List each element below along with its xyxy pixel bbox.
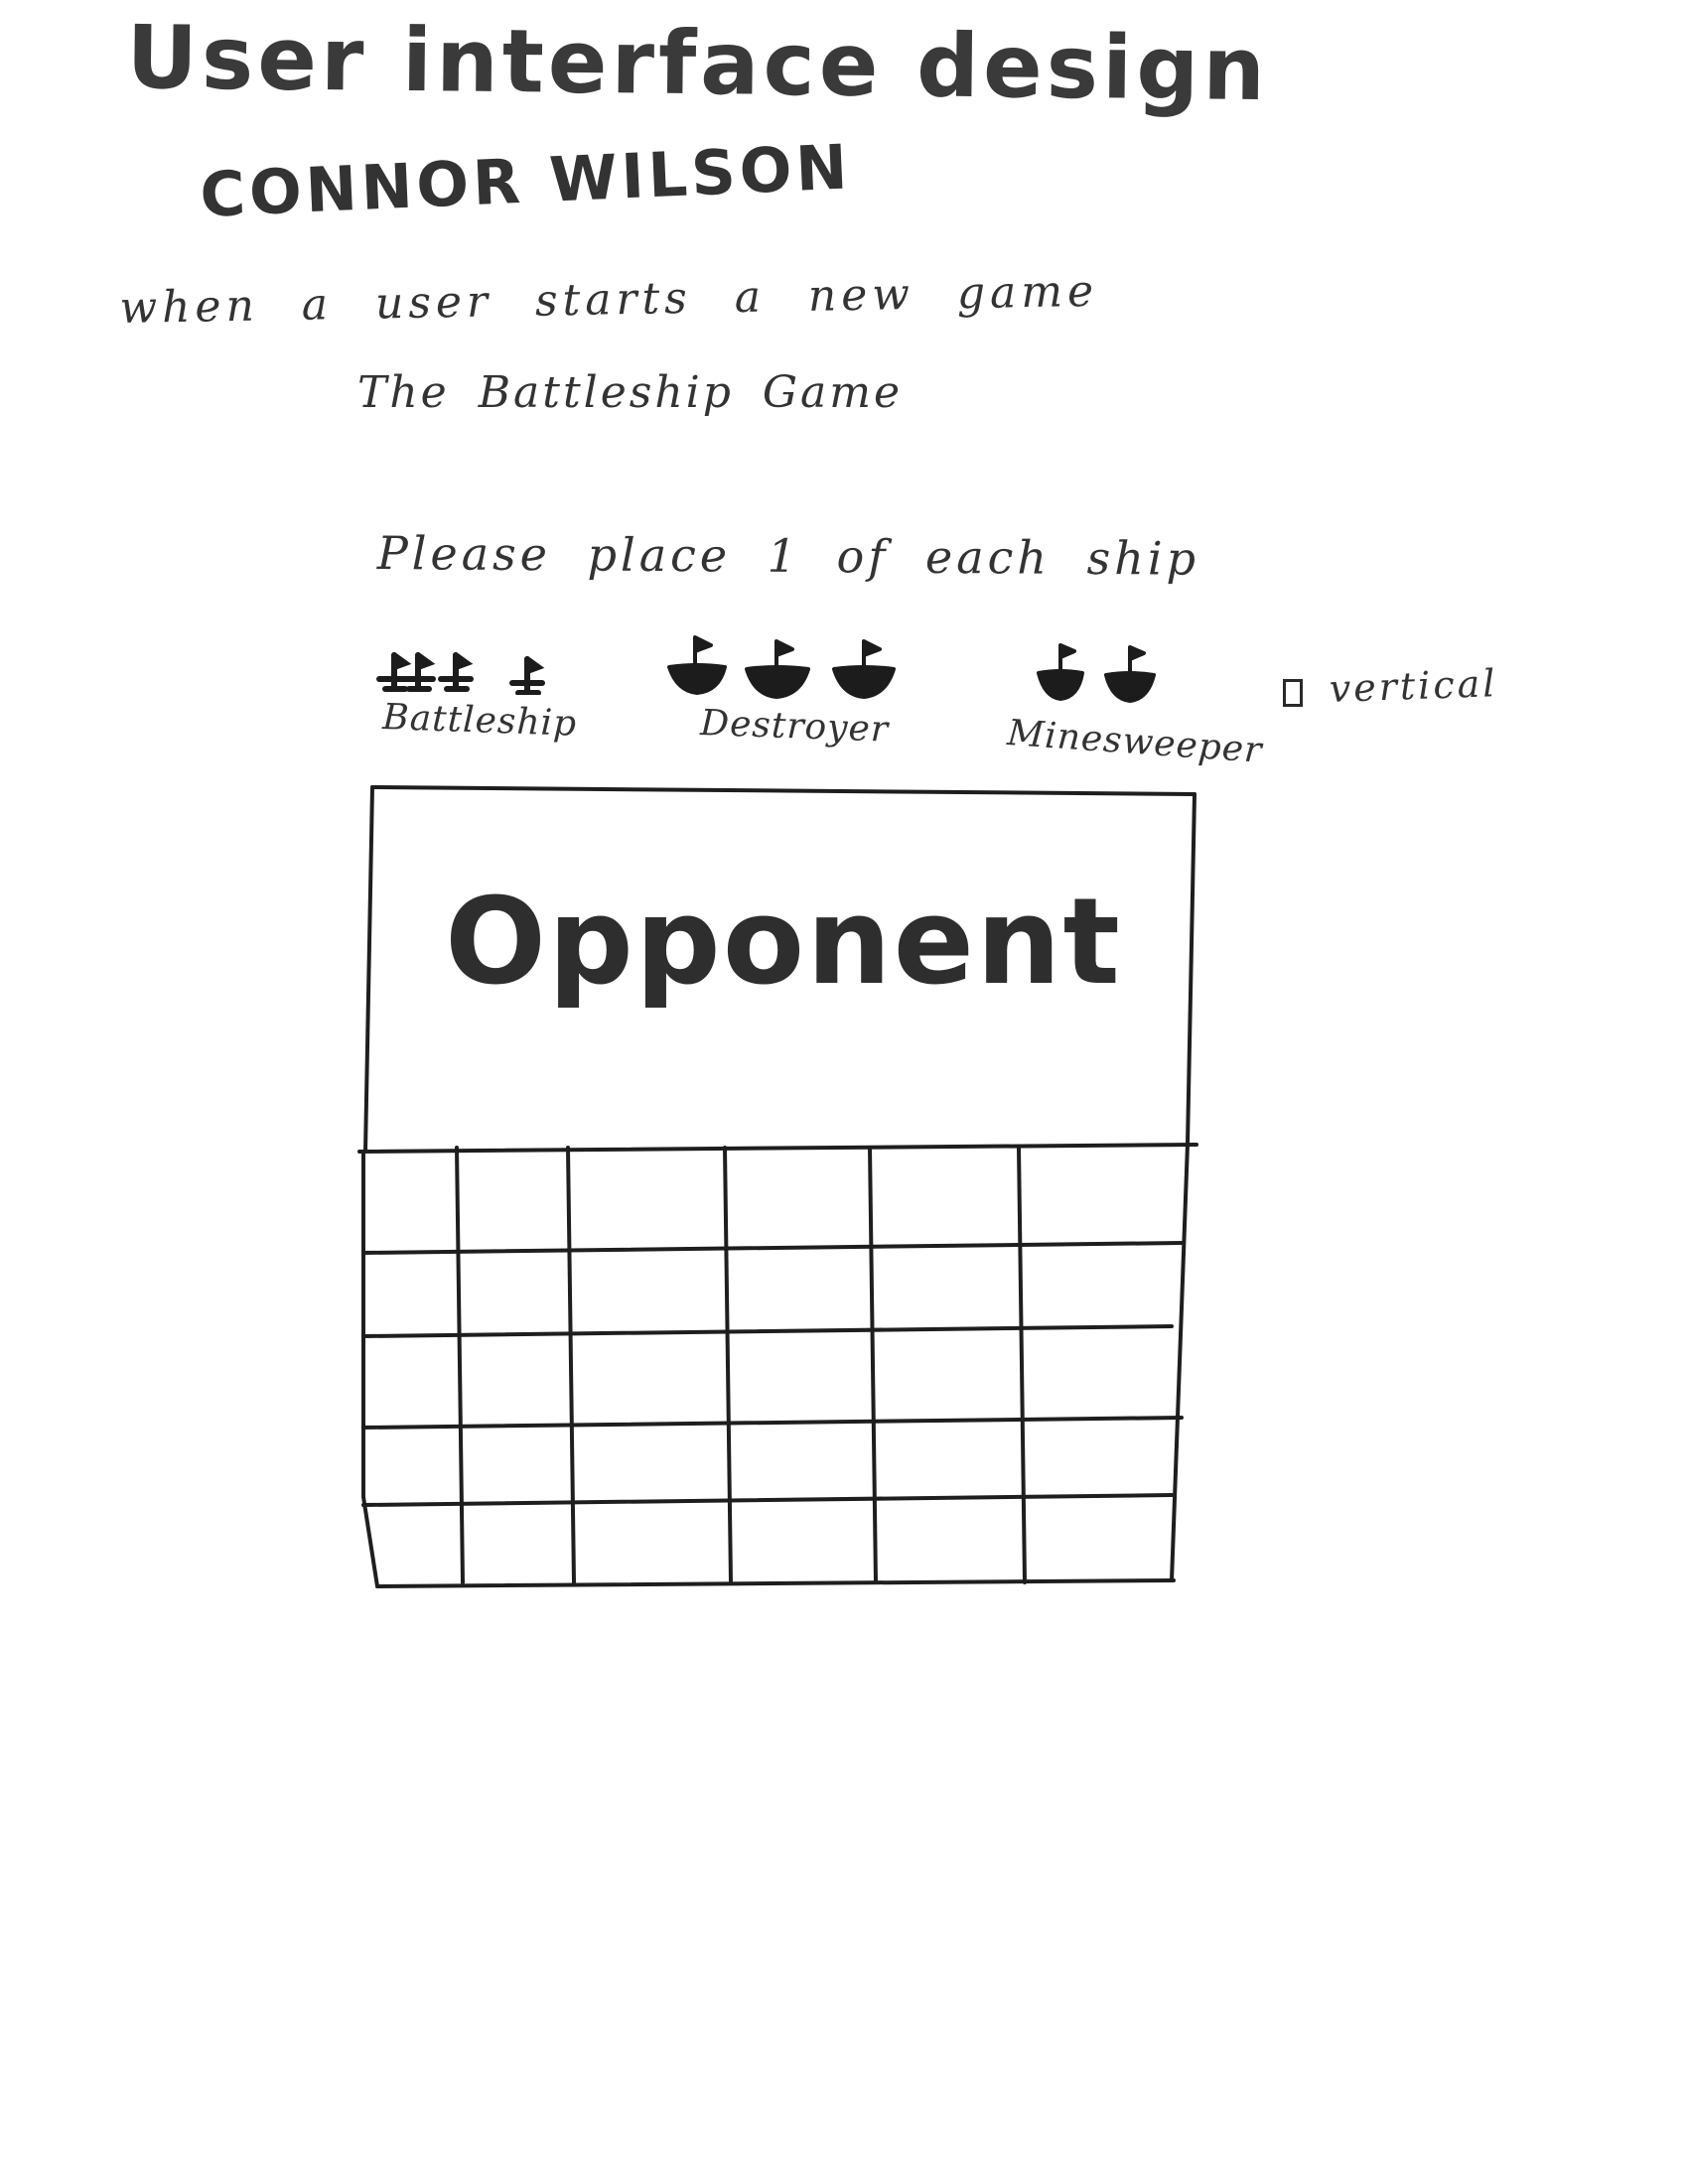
grid-cell[interactable] — [460, 1339, 565, 1425]
grid-cell[interactable] — [1022, 1431, 1179, 1502]
grid-cell[interactable] — [366, 1155, 454, 1250]
grid-cells — [366, 1155, 1179, 1581]
grid-cell[interactable] — [873, 1508, 1016, 1581]
game-board — [357, 785, 1198, 1588]
grid-cell[interactable] — [1022, 1508, 1179, 1581]
board-right-edge-upper — [1186, 792, 1196, 1146]
grid-cell[interactable] — [1022, 1155, 1179, 1250]
grid-cell[interactable] — [571, 1256, 722, 1333]
grid-cell[interactable] — [728, 1155, 867, 1250]
opponent-label: Opponent — [445, 874, 1122, 1012]
grid-cell[interactable] — [873, 1339, 1016, 1425]
grid-cell[interactable] — [460, 1508, 565, 1581]
grid-cell[interactable] — [873, 1256, 1016, 1333]
grid-cell[interactable] — [728, 1256, 867, 1333]
grid-cell[interactable] — [1022, 1339, 1179, 1425]
grid-cell[interactable] — [460, 1256, 565, 1333]
grid-cell[interactable] — [728, 1431, 867, 1502]
grid-cell[interactable] — [1022, 1256, 1179, 1333]
grid-cell[interactable] — [571, 1508, 722, 1581]
grid-cell[interactable] — [366, 1256, 454, 1333]
grid-cell[interactable] — [366, 1339, 454, 1425]
grid-cell[interactable] — [728, 1339, 867, 1425]
grid-cell[interactable] — [460, 1155, 565, 1250]
grid-cell[interactable] — [460, 1431, 565, 1502]
board-left-edge-upper — [363, 785, 374, 1154]
board-divider — [357, 1143, 1198, 1154]
grid-cell[interactable] — [571, 1155, 722, 1250]
grid-cell[interactable] — [873, 1155, 1016, 1250]
grid-cell[interactable] — [873, 1431, 1016, 1502]
grid-cell[interactable] — [728, 1508, 867, 1581]
grid-cell[interactable] — [571, 1431, 722, 1502]
grid-cell[interactable] — [571, 1339, 722, 1425]
board-top-edge — [370, 785, 1196, 796]
grid-cell[interactable] — [366, 1508, 454, 1581]
grid-cell[interactable] — [366, 1431, 454, 1502]
